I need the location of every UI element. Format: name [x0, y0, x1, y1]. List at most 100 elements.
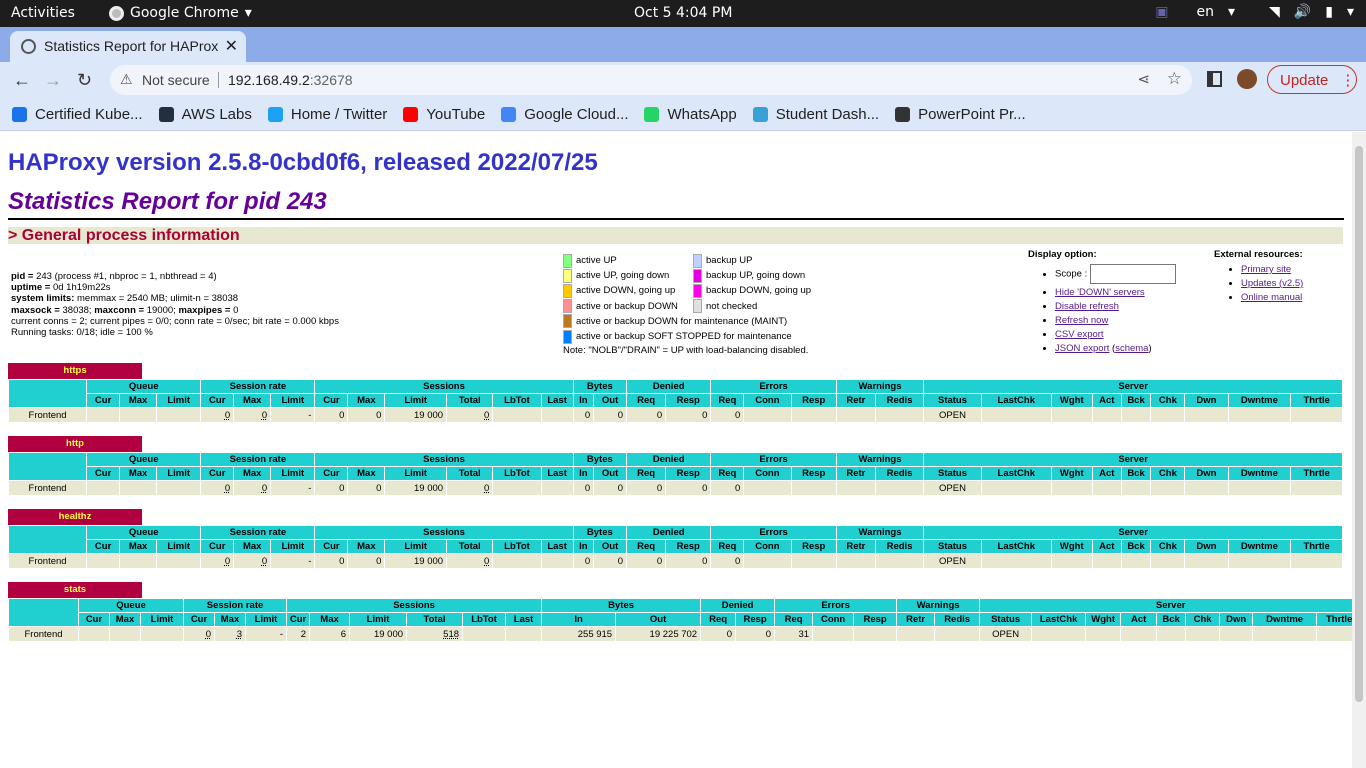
column-header: Bck [1120, 539, 1152, 554]
bookmark-item[interactable]: AWS Labs [158, 106, 252, 123]
reload-icon[interactable]: ↻ [77, 70, 92, 91]
table-cell [1085, 626, 1122, 642]
hide-down-link[interactable]: Hide 'DOWN' servers [1055, 287, 1145, 298]
table-cell: OPEN [923, 407, 982, 423]
bookmark-item[interactable]: Google Cloud... [501, 106, 628, 123]
table-corner [7, 379, 88, 408]
table-cell: - [270, 480, 316, 496]
bookmark-item[interactable]: PowerPoint Pr... [895, 106, 1026, 123]
table-cell: 0 [735, 626, 776, 642]
bookmark-item[interactable]: Student Dash... [752, 106, 879, 123]
table-cell-value[interactable]: 518 [443, 629, 459, 640]
table-cell: 0 [593, 553, 628, 569]
refresh-now-link[interactable]: Refresh now [1055, 315, 1108, 326]
column-header: In [572, 466, 595, 481]
system-tray[interactable]: ▣ en ▾ ◥ 🔊 ▮ ▾ [1155, 4, 1354, 20]
side-panel-icon[interactable] [1207, 71, 1222, 87]
table-cell-value[interactable]: 0 [225, 483, 230, 494]
table-cell [492, 553, 542, 569]
teams-icon[interactable]: ▣ [1155, 4, 1168, 20]
disable-refresh-link[interactable]: Disable refresh [1055, 301, 1119, 312]
csv-export-link[interactable]: CSV export [1055, 329, 1104, 340]
proxy-name[interactable]: http [8, 436, 142, 452]
update-button[interactable]: Update ⋮ [1267, 65, 1357, 94]
bookmark-star-icon[interactable]: ☆ [1167, 69, 1182, 89]
table-cell-value[interactable]: 0 [262, 483, 267, 494]
table-cell [980, 553, 1052, 569]
table-cell: 0 [314, 407, 349, 423]
caret-down-icon: ▾ [1228, 4, 1236, 20]
table-cell [86, 480, 121, 496]
column-header: Dwn [1184, 466, 1229, 481]
profile-avatar[interactable] [1237, 69, 1257, 89]
limits-label: system limits: [11, 293, 75, 305]
column-header: In [541, 612, 617, 627]
table-cell: 0 [314, 480, 349, 496]
column-group-header: Sessions [286, 598, 543, 613]
table-cell-value[interactable]: 0 [262, 410, 267, 421]
column-group-header: Session rate [200, 379, 316, 394]
app-menu[interactable]: Google Chrome ▾ [109, 5, 252, 21]
warning-icon[interactable]: ⚠ [120, 71, 133, 88]
address-bar[interactable]: ⚠ Not secure 192.168.49.2:32678 ⋖ ☆ [110, 65, 1192, 95]
column-group-header: Sessions [314, 379, 574, 394]
tab-active[interactable]: Statistics Report for HAProxy ✕ [10, 31, 246, 62]
table-cell-value[interactable]: 0 [225, 410, 230, 421]
back-icon[interactable]: ← [13, 70, 31, 91]
legend-swatch [563, 329, 572, 344]
scope-input[interactable] [1089, 264, 1176, 284]
activities-button[interactable]: Activities [11, 5, 75, 21]
bookmark-item[interactable]: Certified Kube... [12, 106, 143, 123]
updates-link[interactable]: Updates (v2.5) [1241, 278, 1303, 289]
maxpipes-value: 0 [233, 304, 239, 316]
column-group-header: Bytes [541, 598, 702, 613]
table-cell-value[interactable]: 0 [484, 483, 489, 494]
table-cell-value[interactable]: 0 [225, 556, 230, 567]
table-cell [1290, 407, 1343, 423]
clock[interactable]: Oct 5 4:04 PM [634, 5, 732, 21]
table-cell-value[interactable]: 0 [262, 556, 267, 567]
primary-site-link[interactable]: Primary site [1241, 264, 1291, 275]
table-cell-value[interactable]: 0 [206, 629, 211, 640]
column-group-header: Errors [710, 452, 837, 467]
proxy-name[interactable]: stats [8, 582, 142, 598]
close-icon[interactable]: ✕ [225, 36, 238, 56]
column-header: Chk [1150, 466, 1186, 481]
bookmark-item[interactable]: Home / Twitter [267, 105, 388, 123]
share-icon[interactable]: ⋖ [1137, 70, 1150, 88]
maxconn-value: 19000; [146, 304, 179, 316]
table-cell [835, 480, 876, 496]
scrollbar-thumb[interactable] [1355, 146, 1363, 702]
version-title: HAProxy version 2.5.8-0cbd0f6, released … [8, 149, 598, 176]
scrollbar[interactable] [1352, 132, 1366, 768]
limits-value: memmax = 2540 MB; ulimit-n = 38038 [74, 293, 239, 305]
column-header: Out [615, 612, 702, 627]
proxy-name[interactable]: healthz [8, 509, 142, 525]
bookmark-label: Home / Twitter [290, 105, 388, 123]
table-cell-value[interactable]: 0 [484, 556, 489, 567]
column-header: LbTot [492, 539, 542, 554]
url-text[interactable]: 192.168.49.2:32678 [228, 72, 353, 88]
language-indicator[interactable]: en [1197, 4, 1215, 20]
table-cell-value[interactable]: 3 [237, 629, 242, 640]
bookmark-item[interactable]: WhatsApp [644, 106, 737, 123]
column-header: Cur [200, 466, 235, 481]
proxy-stats-table: Queue Session rate Sessions Bytes Denied Erro… [7, 452, 1343, 496]
json-export-link[interactable]: JSON export [1055, 343, 1109, 354]
table-cell [1091, 553, 1122, 569]
table-cell [835, 407, 876, 423]
column-header: Thrtle [1290, 393, 1343, 408]
table-cell [1185, 626, 1221, 642]
proxy-name[interactable]: https [8, 363, 142, 379]
forward-icon[interactable]: → [44, 70, 62, 91]
table-cell [980, 407, 1052, 423]
column-header: Wght [1050, 539, 1093, 554]
table-cell-value[interactable]: 0 [484, 410, 489, 421]
column-header: Bck [1120, 393, 1152, 408]
security-label[interactable]: Not secure [142, 72, 210, 88]
schema-link[interactable]: schema [1115, 343, 1148, 354]
bookmark-item[interactable]: YouTube [403, 106, 485, 123]
online-manual-link[interactable]: Online manual [1241, 292, 1302, 303]
page-content: HAProxy version 2.5.8-0cbd0f6, released … [0, 132, 1352, 768]
chrome-icon [109, 5, 124, 21]
